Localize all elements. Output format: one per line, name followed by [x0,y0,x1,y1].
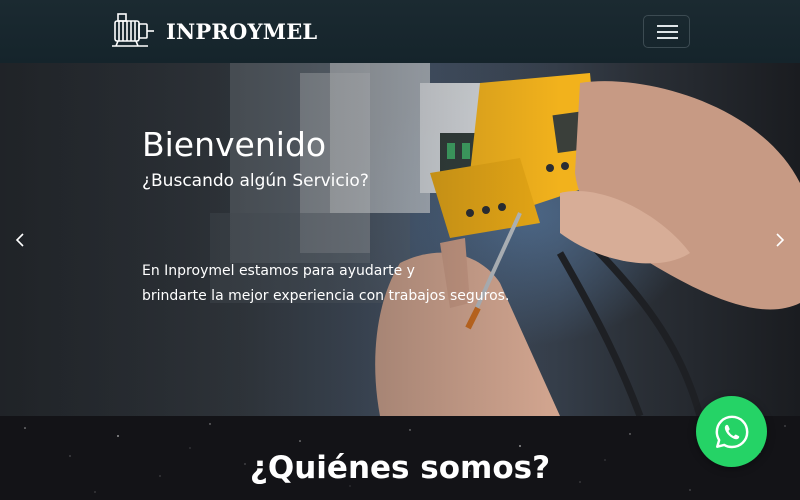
whatsapp-button[interactable] [696,396,767,467]
about-section: ¿Quiénes somos? [0,416,800,500]
about-title: ¿Quiénes somos? [249,450,551,486]
hero-title: Bienvenido [142,125,327,164]
electric-motor-icon [112,13,154,47]
whatsapp-icon [715,415,748,448]
brand-link[interactable]: INPROYMEL [110,11,317,51]
chevron-right-icon [776,232,785,247]
navbar: INPROYMEL [0,0,800,63]
hero-carousel: Bienvenido ¿Buscando algún Servicio? En … [0,63,800,416]
chevron-left-icon [15,232,24,247]
hero-description: En Inproymel estamos para ayudarte y bri… [142,263,510,304]
navbar-toggle-button[interactable] [643,15,690,48]
carousel-prev-button[interactable] [0,63,40,416]
hamburger-menu-icon [657,25,678,27]
hero-subtitle: ¿Buscando algún Servicio? [142,171,369,191]
carousel-next-button[interactable] [760,63,800,416]
brand-name: INPROYMEL [166,18,318,44]
